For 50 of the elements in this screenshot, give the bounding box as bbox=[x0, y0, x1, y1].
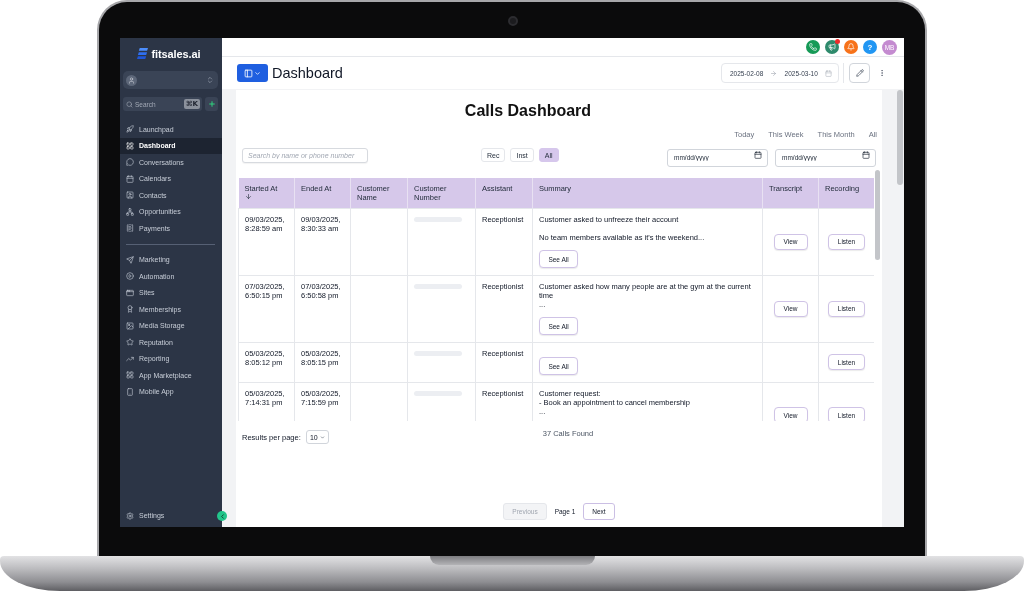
network-icon bbox=[126, 207, 134, 216]
calendar-icon bbox=[126, 174, 134, 183]
chevron-down-icon bbox=[319, 434, 325, 440]
layout-menu-button[interactable] bbox=[237, 64, 268, 82]
search-icon bbox=[126, 100, 133, 108]
chevron-down-icon bbox=[254, 69, 261, 77]
notifications-button[interactable] bbox=[844, 40, 858, 54]
kebab-menu-icon bbox=[878, 69, 886, 77]
calendar-icon bbox=[862, 151, 870, 159]
smartphone-icon bbox=[126, 387, 134, 396]
star-icon bbox=[126, 338, 134, 347]
grid-icon bbox=[126, 141, 134, 150]
panel-icon bbox=[244, 68, 253, 78]
rocket-icon bbox=[126, 125, 134, 134]
chat-bubble-icon bbox=[126, 158, 134, 167]
bell-icon bbox=[847, 43, 855, 51]
collapse-sidebar-button[interactable] bbox=[217, 511, 227, 521]
logo-icon bbox=[137, 48, 149, 59]
chevron-left-icon bbox=[218, 512, 226, 520]
calendar-icon bbox=[754, 151, 762, 159]
calendar-icon bbox=[824, 69, 832, 77]
call-button[interactable] bbox=[806, 40, 820, 54]
window-icon bbox=[126, 288, 134, 297]
send-icon bbox=[126, 255, 134, 264]
arrow-right-icon bbox=[770, 69, 778, 77]
logo-text: fitsales.ai bbox=[151, 47, 201, 60]
add-button[interactable] bbox=[205, 97, 218, 111]
megaphone-icon bbox=[828, 43, 836, 51]
account-selector[interactable] bbox=[123, 71, 218, 89]
user-avatar-icon bbox=[126, 74, 137, 86]
chevrons-icon bbox=[206, 76, 214, 84]
grid-icon bbox=[126, 371, 134, 380]
trend-line-icon bbox=[126, 354, 134, 363]
scrollbar-thumb[interactable] bbox=[875, 170, 880, 260]
pencil-icon bbox=[855, 69, 864, 77]
more-menu-button[interactable] bbox=[878, 67, 886, 79]
award-icon bbox=[126, 305, 134, 314]
settings-icon bbox=[126, 511, 134, 520]
play-circle-icon bbox=[126, 272, 134, 281]
scrollbar-thumb[interactable] bbox=[897, 90, 903, 185]
announcements-button[interactable] bbox=[825, 40, 839, 54]
plus-icon bbox=[207, 100, 216, 108]
image-icon bbox=[126, 321, 134, 330]
card-title: Calls Dashboard bbox=[464, 101, 592, 121]
camera-dot-icon bbox=[508, 16, 518, 26]
receipt-icon bbox=[126, 224, 134, 233]
page-title: Dashboard bbox=[272, 65, 343, 81]
phone-icon bbox=[809, 43, 817, 51]
edit-button[interactable] bbox=[849, 63, 870, 83]
contact-card-icon bbox=[126, 191, 134, 200]
